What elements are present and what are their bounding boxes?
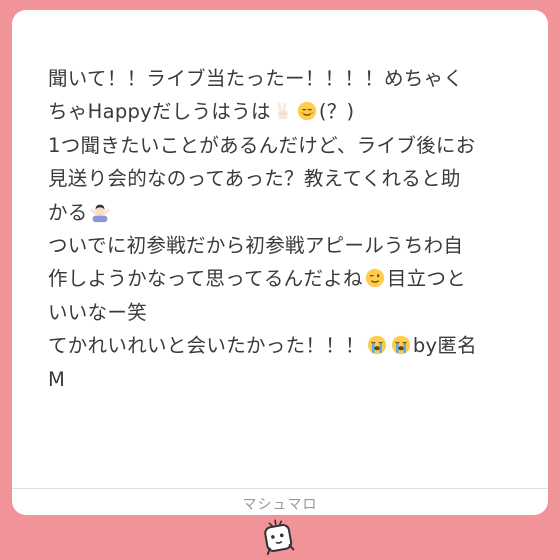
loudly-crying-face-icon: [391, 336, 410, 355]
message-text: by匿名: [412, 334, 477, 358]
message-line: 聞いて！！ライブ当たったー！！！！めちゃく: [48, 67, 464, 90]
message-line: かる: [48, 196, 540, 229]
message-line: てかれいれいと会いたかった！！！ by匿名: [48, 329, 540, 362]
person-gesturing-ok-icon: [90, 204, 110, 222]
peace-hand-icon: [277, 103, 288, 120]
message-line: M: [48, 367, 66, 391]
message-card: 聞いて！！ライブ当たったー！！！！めちゃく ちゃHappyだしうはうは (？) 1…: [12, 10, 548, 515]
brand-label: マシュマロ: [242, 497, 318, 513]
loudly-crying-face-icon: [367, 336, 386, 355]
message-line: ちゃHappyだしうはうは (？): [48, 95, 540, 128]
message-body: 聞いて！！ライブ当たったー！！！！めちゃく ちゃHappyだしうはうは (？) 1…: [48, 62, 540, 396]
message-text: 作しようかなって思ってるんだよね: [48, 267, 363, 291]
message-text: てかれいれいと会いたかった！！！: [48, 334, 365, 358]
message-line: 見送り会的なのってあった？教えてくれると助: [48, 167, 461, 191]
message-text: 目立つと: [386, 267, 467, 291]
marshmallow-mascot-icon: [264, 519, 295, 556]
message-line: 1つ聞きたいことがあるんだけど、ライブ後にお: [48, 133, 476, 157]
relieved-face-icon: [297, 102, 316, 121]
message-text: ちゃHappyだしうはうは: [48, 100, 271, 124]
footer-divider: [12, 488, 548, 489]
message-line: 作しようかなって思ってるんだよね 目立つと: [48, 262, 540, 295]
message-text: かる: [48, 200, 88, 224]
message-text: (？): [318, 100, 355, 124]
winking-face-icon: [365, 269, 385, 288]
message-line: ついでに初参戦だから初参戦アピールうちわ自: [48, 234, 464, 258]
message-line: いいなー笑: [48, 300, 148, 324]
